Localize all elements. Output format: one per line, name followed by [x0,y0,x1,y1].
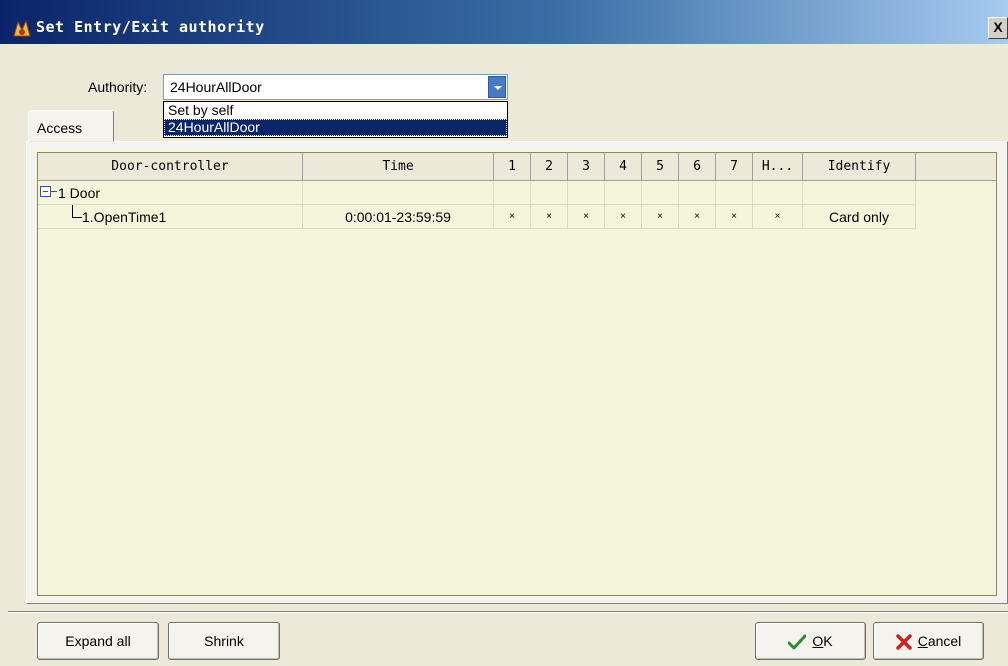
col-header-time[interactable]: Time [303,153,494,181]
day-cell [531,181,568,205]
day-cell [494,181,531,205]
door-cell: 1.OpenTime1 [38,205,303,229]
footer-separator [8,611,1008,613]
identify-cell[interactable]: Card only [803,205,916,229]
authority-option-24hourAllDoor[interactable]: 24HourAllDoor [164,119,507,136]
time-cell [303,181,494,205]
col-header-day-1[interactable]: 1 [494,153,531,181]
day-cell [568,181,605,205]
col-header-door-controller[interactable]: Door-controller [38,153,303,181]
day-cell [642,181,679,205]
authority-grid[interactable]: Door-controller Time 1 2 3 4 5 6 7 H... … [37,152,997,596]
tab-access[interactable]: Access [28,110,114,142]
holiday-cell [753,181,803,205]
col-header-filler [916,153,996,181]
col-header-day-3[interactable]: 3 [568,153,605,181]
door-name: 1 Door [58,185,101,201]
day-cell[interactable]: × [642,205,679,229]
tree-connector [51,191,57,192]
check-icon [788,634,807,650]
tree-connector [72,205,82,218]
cancel-mnemonic: C [917,633,928,649]
day-cell [716,181,753,205]
day-cell[interactable]: × [531,205,568,229]
ok-button[interactable]: OK [755,622,866,660]
table-row-opentime[interactable]: 1.OpenTime1 0:00:01-23:59:59 × × × × × ×… [38,205,916,229]
table-row-door[interactable]: 1 Door [38,181,916,205]
time-cell: 0:00:01-23:59:59 [303,205,494,229]
title-bar: Set Entry/Exit authority X [0,0,1008,44]
identify-cell [803,181,916,205]
day-cell[interactable]: × [605,205,642,229]
holiday-cell[interactable]: × [753,205,803,229]
authority-selected-value: 24HourAllDoor [170,79,262,95]
door-cell: 1 Door [38,181,303,205]
app-logo-icon [13,19,31,37]
authority-label: Authority: [88,79,148,95]
authority-option-set-by-self[interactable]: Set by self [164,102,507,119]
chevron-down-icon[interactable] [488,76,506,98]
tab-access-label: Access [37,120,83,136]
authority-select[interactable]: 24HourAllDoor [163,74,508,100]
day-cell[interactable]: × [716,205,753,229]
col-header-identify[interactable]: Identify [803,153,916,181]
cancel-button[interactable]: Cancel [873,622,984,660]
ok-mnemonic: O [812,633,824,649]
col-header-day-6[interactable]: 6 [679,153,716,181]
expand-all-button[interactable]: Expand all [37,622,159,660]
col-header-day-2[interactable]: 2 [531,153,568,181]
x-icon [895,634,912,651]
day-cell [605,181,642,205]
day-cell[interactable]: × [568,205,605,229]
ok-label-rest: K [823,633,833,649]
day-cell[interactable]: × [494,205,531,229]
col-header-day-4[interactable]: 4 [605,153,642,181]
col-header-day-7[interactable]: 7 [716,153,753,181]
shrink-button[interactable]: Shrink [168,622,280,660]
day-cell[interactable]: × [679,205,716,229]
close-button[interactable]: X [988,17,1008,39]
col-header-day-5[interactable]: 5 [642,153,679,181]
window-title: Set Entry/Exit authority [36,18,265,36]
opentime-name: 1.OpenTime1 [82,209,167,225]
cancel-label-rest: ancel [927,633,962,649]
day-cell [679,181,716,205]
authority-dropdown-list: Set by self 24HourAllDoor [163,101,508,138]
tree-collapse-icon[interactable] [40,186,51,197]
col-header-holiday[interactable]: H... [753,153,803,181]
